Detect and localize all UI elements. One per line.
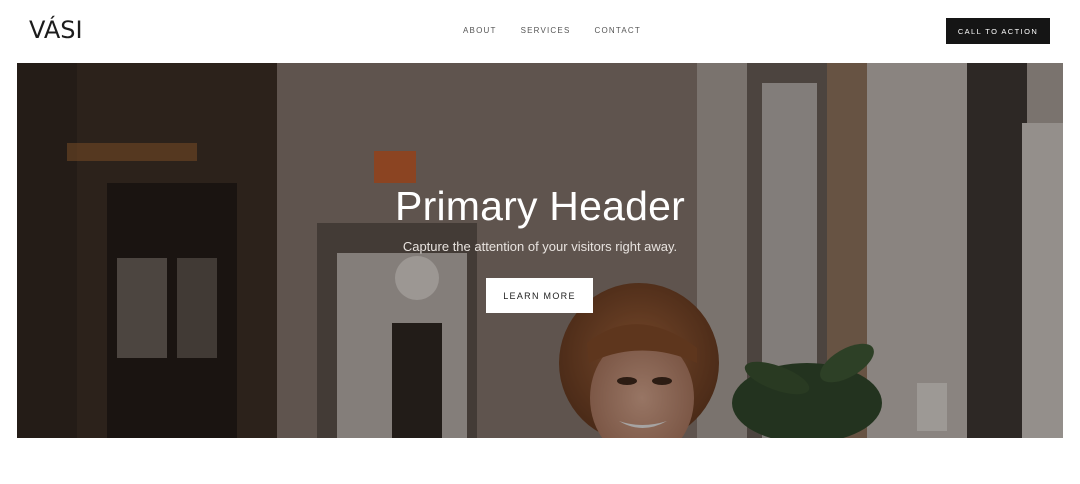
- hero-title: Primary Header: [395, 183, 685, 229]
- nav-link-about[interactable]: ABOUT: [463, 26, 497, 35]
- site-logo[interactable]: VÁSI: [29, 16, 83, 44]
- hero-banner: Primary Header Capture the attention of …: [17, 63, 1063, 438]
- hero-subtitle: Capture the attention of your visitors r…: [402, 239, 678, 254]
- main-nav: ABOUT SERVICES CONTACT: [463, 26, 641, 35]
- nav-link-services[interactable]: SERVICES: [521, 26, 571, 35]
- call-to-action-button[interactable]: CALL TO ACTION: [946, 18, 1050, 44]
- site-header: VÁSI ABOUT SERVICES CONTACT CALL TO ACTI…: [0, 0, 1080, 62]
- learn-more-button[interactable]: LEARN MORE: [486, 278, 593, 313]
- nav-link-contact[interactable]: CONTACT: [594, 26, 640, 35]
